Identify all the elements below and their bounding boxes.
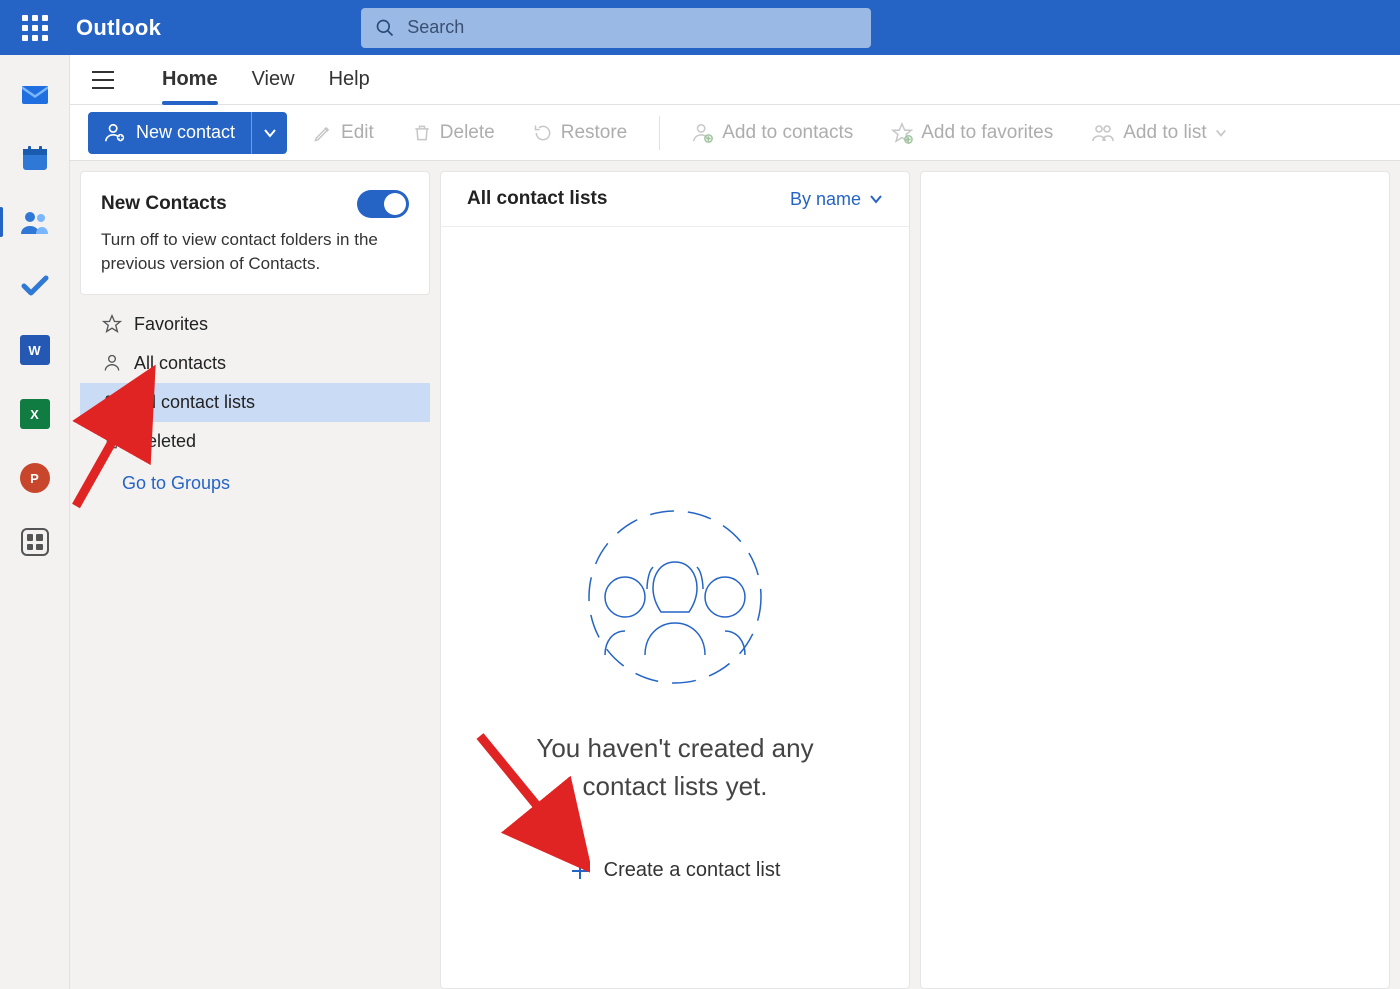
- person-add-icon: [104, 122, 126, 144]
- plus-icon: [570, 861, 590, 881]
- add-to-list-button: Add to list: [1079, 116, 1238, 150]
- new-contact-button[interactable]: New contact: [88, 122, 251, 144]
- ribbon: New contact Edit Delete Restore: [70, 105, 1400, 161]
- app-name: Outlook: [76, 15, 161, 41]
- chevron-down-icon: [869, 194, 883, 204]
- person-plus-icon: [692, 122, 714, 144]
- nav-all-contacts[interactable]: All contacts: [80, 344, 430, 383]
- restore-icon: [533, 123, 553, 143]
- add-to-contacts-label: Add to contacts: [722, 122, 853, 144]
- new-contact-dropdown[interactable]: [251, 112, 287, 154]
- new-contacts-description: Turn off to view contact folders in the …: [101, 228, 409, 276]
- sort-dropdown[interactable]: By name: [790, 189, 883, 210]
- add-to-list-label: Add to list: [1123, 122, 1206, 144]
- person-icon: [102, 353, 122, 373]
- people-icon: [20, 210, 50, 234]
- search-icon: [375, 18, 395, 38]
- search-placeholder: Search: [407, 17, 464, 38]
- calendar-icon: [21, 144, 49, 172]
- rail-calendar[interactable]: [18, 141, 52, 175]
- ribbon-separator: [659, 116, 660, 150]
- trash-icon: [412, 123, 432, 143]
- tabstrip: Home View Help: [70, 55, 1400, 105]
- nav-deleted-label: Deleted: [134, 431, 196, 452]
- nav-all-contacts-label: All contacts: [134, 353, 226, 374]
- rail-mail[interactable]: [18, 77, 52, 111]
- add-to-favorites-label: Add to favorites: [921, 122, 1053, 144]
- content-area: New Contacts Turn off to view contact fo…: [70, 161, 1400, 989]
- title-bar: Outlook Search: [0, 0, 1400, 55]
- tab-home[interactable]: Home: [162, 60, 218, 99]
- list-panel: All contact lists By name: [440, 171, 910, 989]
- word-icon: W: [20, 335, 50, 365]
- nav-favorites-label: Favorites: [134, 314, 208, 335]
- nav-toggle-button[interactable]: [88, 65, 118, 95]
- new-contacts-toggle[interactable]: [357, 190, 409, 218]
- rail-more-apps[interactable]: [18, 525, 52, 559]
- more-apps-icon: [21, 528, 49, 556]
- list-header: All contact lists By name: [441, 172, 909, 227]
- go-to-groups-link[interactable]: Go to Groups: [80, 461, 430, 506]
- nav-all-contact-lists[interactable]: All contact lists: [80, 383, 430, 422]
- group-icon: [1091, 123, 1115, 143]
- detail-panel: [920, 171, 1390, 989]
- nav-deleted[interactable]: Deleted: [80, 422, 430, 461]
- rail-excel[interactable]: X: [18, 397, 52, 431]
- people-list-icon: [102, 393, 124, 411]
- rail-powerpoint[interactable]: P: [18, 461, 52, 495]
- create-contact-list-button[interactable]: Create a contact list: [570, 859, 781, 882]
- rail-word[interactable]: W: [18, 333, 52, 367]
- sort-label: By name: [790, 189, 861, 210]
- edit-button: Edit: [301, 116, 386, 150]
- pencil-icon: [313, 123, 333, 143]
- list-title: All contact lists: [467, 188, 607, 210]
- delete-button: Delete: [400, 116, 507, 150]
- folder-nav: Favorites All contacts All contact lists…: [80, 305, 430, 506]
- restore-label: Restore: [561, 122, 628, 144]
- hamburger-icon: [92, 71, 114, 89]
- tab-view[interactable]: View: [252, 60, 295, 99]
- waffle-icon: [22, 15, 48, 41]
- new-contacts-card: New Contacts Turn off to view contact fo…: [80, 171, 430, 295]
- powerpoint-icon: P: [20, 463, 50, 493]
- chevron-down-icon: [1215, 128, 1227, 138]
- empty-message: You haven't created any contact lists ye…: [515, 730, 835, 805]
- excel-icon: X: [20, 399, 50, 429]
- chevron-down-icon: [263, 128, 277, 138]
- tab-help[interactable]: Help: [329, 60, 370, 99]
- trash-icon: [102, 431, 122, 451]
- new-contacts-title: New Contacts: [101, 193, 227, 215]
- empty-illustration: [575, 507, 775, 692]
- mail-icon: [20, 82, 50, 106]
- add-to-contacts-button: Add to contacts: [680, 116, 865, 150]
- left-panel: New Contacts Turn off to view contact fo…: [80, 171, 430, 989]
- star-plus-icon: [891, 122, 913, 144]
- star-icon: [102, 314, 122, 334]
- rail-people[interactable]: [18, 205, 52, 239]
- nav-favorites[interactable]: Favorites: [80, 305, 430, 344]
- check-icon: [20, 274, 50, 298]
- rail-todo[interactable]: [18, 269, 52, 303]
- delete-label: Delete: [440, 122, 495, 144]
- nav-all-contact-lists-label: All contact lists: [136, 392, 255, 413]
- app-launcher-button[interactable]: [0, 0, 70, 55]
- restore-button: Restore: [521, 116, 640, 150]
- new-contact-splitbutton: New contact: [88, 112, 287, 154]
- search-input[interactable]: Search: [361, 8, 871, 48]
- new-contact-label: New contact: [136, 122, 235, 143]
- app-rail: W X P: [0, 55, 70, 989]
- empty-state: You haven't created any contact lists ye…: [441, 227, 909, 988]
- add-to-favorites-button: Add to favorites: [879, 116, 1065, 150]
- create-contact-list-label: Create a contact list: [604, 859, 781, 882]
- edit-label: Edit: [341, 122, 374, 144]
